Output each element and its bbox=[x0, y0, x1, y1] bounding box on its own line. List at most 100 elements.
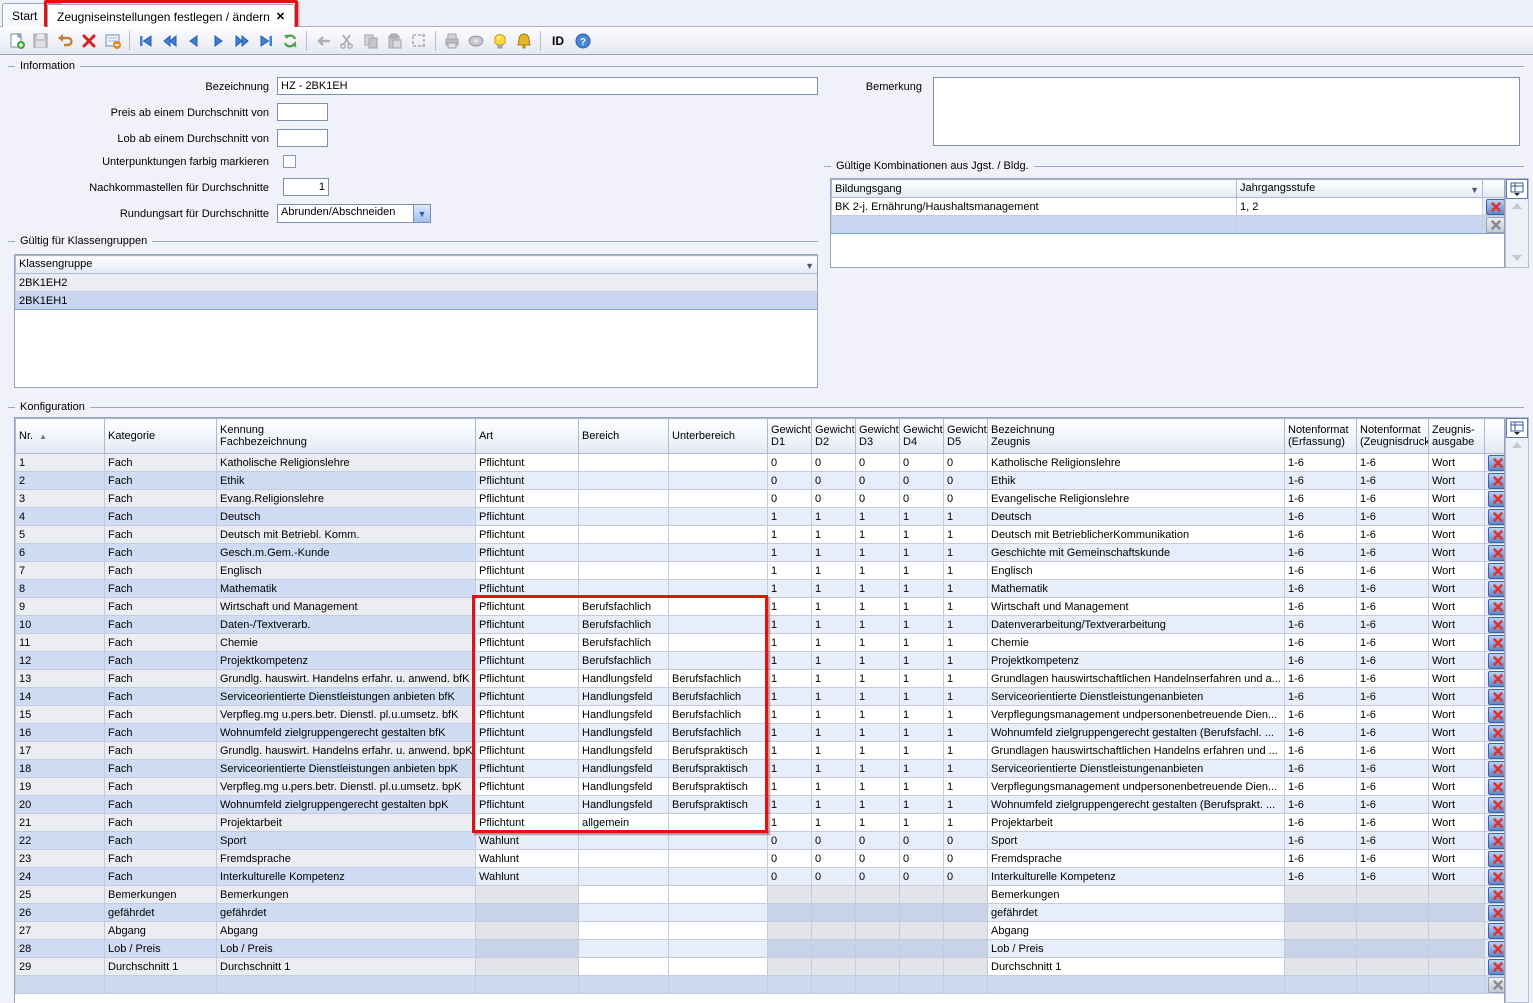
nav-prev-icon[interactable] bbox=[182, 29, 206, 53]
cell-art[interactable]: Pflichtunt bbox=[476, 454, 579, 472]
cell-d3[interactable]: 1 bbox=[856, 508, 900, 526]
notification-bell-icon[interactable] bbox=[512, 29, 536, 53]
delete-row-icon[interactable] bbox=[1488, 653, 1505, 669]
cell-klassengruppe[interactable]: 2BK1EH2 bbox=[16, 274, 818, 292]
cell-nf-druck[interactable]: 1-6 bbox=[1357, 616, 1429, 634]
cell-bezeichnung[interactable]: Serviceorientierte Dienstleistungenanbie… bbox=[988, 760, 1285, 778]
cell-d4[interactable]: 1 bbox=[900, 814, 944, 832]
cell-ausgabe[interactable]: Wort bbox=[1429, 544, 1485, 562]
cell-d3[interactable]: 1 bbox=[856, 634, 900, 652]
cell-unterbereich[interactable] bbox=[669, 814, 768, 832]
cell-unterbereich[interactable] bbox=[669, 868, 768, 886]
cell-d1[interactable]: 1 bbox=[768, 652, 812, 670]
cell-d4[interactable]: 1 bbox=[900, 724, 944, 742]
cell-d1[interactable]: 1 bbox=[768, 580, 812, 598]
cell-nf-druck[interactable]: 1-6 bbox=[1357, 490, 1429, 508]
cell-nf-erfassung[interactable]: 1-6 bbox=[1285, 580, 1357, 598]
cell-bereich[interactable]: Handlungsfeld bbox=[579, 688, 669, 706]
cell-d5[interactable]: 1 bbox=[944, 508, 988, 526]
cell-ausgabe[interactable]: Wort bbox=[1429, 814, 1485, 832]
cell-art[interactable]: Pflichtunt bbox=[476, 688, 579, 706]
cell-art[interactable]: Pflichtunt bbox=[476, 544, 579, 562]
cell-d2[interactable]: 1 bbox=[812, 544, 856, 562]
nav-first-icon[interactable] bbox=[134, 29, 158, 53]
cell-d1[interactable]: 0 bbox=[768, 868, 812, 886]
cell-bezeichnung[interactable]: Deutsch mit BetrieblicherKommunikation bbox=[988, 526, 1285, 544]
cell-ausgabe[interactable]: Wort bbox=[1429, 616, 1485, 634]
cell-bereich[interactable] bbox=[579, 904, 669, 922]
cell-art[interactable]: Pflichtunt bbox=[476, 580, 579, 598]
cell-d1[interactable]: 1 bbox=[768, 616, 812, 634]
cell-bezeichnung[interactable]: Verpflegungsmanagement undpersonenbetreu… bbox=[988, 706, 1285, 724]
cell-unterbereich[interactable] bbox=[669, 850, 768, 868]
filter-arrow-icon[interactable]: ▼ bbox=[805, 260, 814, 272]
cell-d2[interactable]: 1 bbox=[812, 760, 856, 778]
cell-ausgabe[interactable]: Wort bbox=[1429, 670, 1485, 688]
cell-d5[interactable]: 0 bbox=[944, 490, 988, 508]
cell-bereich[interactable] bbox=[579, 868, 669, 886]
cell-art[interactable]: Pflichtunt bbox=[476, 490, 579, 508]
delete-row-icon[interactable] bbox=[1488, 581, 1505, 597]
cell-d4[interactable]: 1 bbox=[900, 706, 944, 724]
cell-d2[interactable]: 1 bbox=[812, 616, 856, 634]
cell-d1[interactable]: 1 bbox=[768, 760, 812, 778]
cell-d3[interactable]: 1 bbox=[856, 526, 900, 544]
cell-nf-erfassung[interactable]: 1-6 bbox=[1285, 724, 1357, 742]
cell-nf-druck[interactable]: 1-6 bbox=[1357, 634, 1429, 652]
cell-nf-druck[interactable]: 1-6 bbox=[1357, 688, 1429, 706]
cell-ausgabe[interactable]: Wort bbox=[1429, 580, 1485, 598]
cell-d4[interactable]: 1 bbox=[900, 688, 944, 706]
cell-d1[interactable]: 1 bbox=[768, 706, 812, 724]
cell-nf-erfassung[interactable]: 1-6 bbox=[1285, 652, 1357, 670]
cell-d4[interactable]: 0 bbox=[900, 490, 944, 508]
cell-d4[interactable]: 1 bbox=[900, 634, 944, 652]
new-record-icon[interactable] bbox=[5, 29, 29, 53]
column-header-bezeichnung[interactable]: Bezeichnung Zeugnis bbox=[988, 419, 1285, 454]
cell-bereich[interactable] bbox=[579, 850, 669, 868]
column-header-bildungsgang[interactable]: Bildungsgang bbox=[832, 180, 1237, 198]
konfiguration-scrollbar[interactable] bbox=[1505, 417, 1529, 1003]
cell-d2[interactable]: 0 bbox=[812, 454, 856, 472]
cell-bezeichnung[interactable]: Geschichte mit Gemeinschaftskunde bbox=[988, 544, 1285, 562]
cell-d1[interactable]: 0 bbox=[768, 454, 812, 472]
scroll-up-icon[interactable] bbox=[1512, 442, 1522, 448]
cell-d5[interactable]: 1 bbox=[944, 688, 988, 706]
delete-row-icon[interactable] bbox=[1488, 761, 1505, 777]
cell-d5[interactable]: 0 bbox=[944, 454, 988, 472]
cell-d3[interactable]: 1 bbox=[856, 544, 900, 562]
cell-bezeichnung[interactable]: Fremdsprache bbox=[988, 850, 1285, 868]
column-header-unterbereich[interactable]: Unterbereich bbox=[669, 419, 768, 454]
cell-bezeichnung[interactable]: Wirtschaft und Management bbox=[988, 598, 1285, 616]
cell-d4[interactable]: 1 bbox=[900, 508, 944, 526]
cell-ausgabe[interactable]: Wort bbox=[1429, 760, 1485, 778]
cell-nf-druck[interactable]: 1-6 bbox=[1357, 796, 1429, 814]
cell-ausgabe[interactable]: Wort bbox=[1429, 526, 1485, 544]
cell-klassengruppe[interactable]: 2BK1EH1 bbox=[16, 292, 818, 310]
cell-ausgabe[interactable]: Wort bbox=[1429, 508, 1485, 526]
cell-bereich[interactable]: Handlungsfeld bbox=[579, 796, 669, 814]
cell-nf-druck[interactable]: 1-6 bbox=[1357, 580, 1429, 598]
cell-d4[interactable]: 1 bbox=[900, 544, 944, 562]
kombinationen-empty-selected-row[interactable] bbox=[832, 216, 1505, 234]
cell-nf-erfassung[interactable]: 1-6 bbox=[1285, 562, 1357, 580]
delete-row-icon[interactable] bbox=[1488, 473, 1505, 489]
cell-nf-druck[interactable]: 1-6 bbox=[1357, 508, 1429, 526]
cell-d3[interactable]: 1 bbox=[856, 652, 900, 670]
cell-d4[interactable]: 0 bbox=[900, 832, 944, 850]
cell-d5[interactable]: 1 bbox=[944, 796, 988, 814]
cell-d2[interactable]: 1 bbox=[812, 634, 856, 652]
cell-nf-erfassung[interactable]: 1-6 bbox=[1285, 472, 1357, 490]
cell-nf-erfassung[interactable]: 1-6 bbox=[1285, 688, 1357, 706]
cell-ausgabe[interactable]: Wort bbox=[1429, 490, 1485, 508]
cell-d3[interactable]: 1 bbox=[856, 796, 900, 814]
cell-nf-erfassung[interactable]: 1-6 bbox=[1285, 634, 1357, 652]
cell-d3[interactable]: 1 bbox=[856, 760, 900, 778]
cell-d4[interactable]: 1 bbox=[900, 580, 944, 598]
cell-unterbereich[interactable]: Berufspraktisch bbox=[669, 796, 768, 814]
cell-ausgabe[interactable]: Wort bbox=[1429, 634, 1485, 652]
cell-unterbereich[interactable] bbox=[669, 958, 768, 976]
delete-row-icon[interactable] bbox=[1488, 833, 1505, 849]
cell-bezeichnung[interactable]: Chemie bbox=[988, 634, 1285, 652]
delete-row-icon[interactable] bbox=[1488, 941, 1505, 957]
cell-art[interactable]: Pflichtunt bbox=[476, 508, 579, 526]
